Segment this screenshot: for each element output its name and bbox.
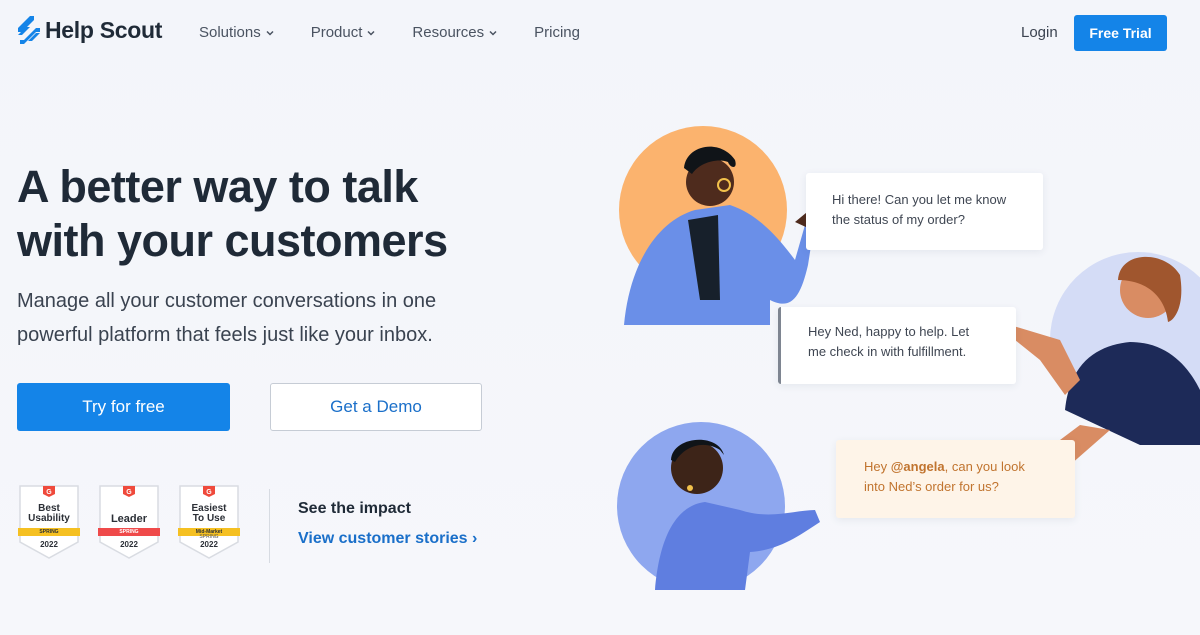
chevron-right-icon: › <box>472 530 478 547</box>
badge-year: 2022 <box>200 540 218 549</box>
bubble-prefix: Hey <box>864 459 891 474</box>
logo-text: Help Scout <box>45 16 163 43</box>
nav-item-pricing[interactable]: Pricing <box>534 24 580 41</box>
badge-title-line-2: To Use <box>192 513 226 524</box>
main-menu: Solutions Product Resources Pricing <box>199 24 617 41</box>
nav-item-product[interactable]: Product <box>311 24 376 41</box>
badge-leader: G Leader SPRING 2022 <box>98 484 160 560</box>
badge-easiest-to-use: G Easiest To Use Mid-Market SPRING 2022 <box>178 484 240 560</box>
impact-title: See the impact <box>298 500 411 517</box>
bubble-line-1-rest: , can you look <box>944 459 1025 474</box>
chat-bubble-customer: Hi there! Can you let me know the status… <box>806 173 1043 250</box>
nav-item-resources[interactable]: Resources <box>412 24 497 41</box>
chevron-down-icon <box>266 30 274 36</box>
hero-headline: A better way to talk with your customers <box>17 160 537 268</box>
try-for-free-button[interactable]: Try for free <box>17 383 230 431</box>
bubble-line-2: the status of my order? <box>832 212 965 227</box>
get-a-demo-button[interactable]: Get a Demo <box>270 383 482 431</box>
person-3-shirt <box>655 502 820 590</box>
svg-text:G: G <box>126 489 132 496</box>
badge-title: Best Usability <box>18 504 80 524</box>
chat-bubble-internal-note: Hey @angela, can you look into Ned’s ord… <box>836 440 1075 518</box>
badge-ribbon: SPRING <box>98 528 160 536</box>
bubble-line-2: into Ned’s order for us? <box>864 479 999 494</box>
mention-angela: @angela <box>890 459 945 474</box>
chevron-down-icon <box>489 30 497 36</box>
impact-link-label: View customer stories <box>298 530 468 547</box>
nav-item-label: Pricing <box>534 24 580 41</box>
bubble-line-1: Hey Ned, happy to help. Let <box>808 324 970 339</box>
view-customer-stories-link[interactable]: View customer stories › <box>298 530 477 548</box>
badge-year: 2022 <box>40 540 58 549</box>
badge-title-line-2: Usability <box>28 513 70 524</box>
svg-text:G: G <box>46 489 52 496</box>
login-link[interactable]: Login <box>1021 24 1058 41</box>
g2-badges: G Best Usability SPRING 2022 G Leader SP… <box>18 484 258 560</box>
headline-line-1: A better way to talk <box>17 161 418 212</box>
badge-best-usability: G Best Usability SPRING 2022 <box>18 484 80 560</box>
conversation-illustration: Hi there! Can you let me know the status… <box>600 110 1200 610</box>
headline-line-2: with your customers <box>17 215 448 266</box>
svg-text:G: G <box>206 489 212 496</box>
person-3-earring <box>687 485 693 491</box>
top-navigation: Help Scout Solutions Product Resources P… <box>0 0 1200 66</box>
page: Help Scout Solutions Product Resources P… <box>0 0 1200 635</box>
nav-item-label: Solutions <box>199 24 261 41</box>
subtext-line-1: Manage all your customer conversations i… <box>17 290 437 312</box>
badge-title: Easiest To Use <box>178 504 240 524</box>
logo[interactable]: Help Scout <box>17 16 162 44</box>
chat-bubble-agent-reply: Hey Ned, happy to help. Let me check in … <box>778 307 1016 384</box>
nav-item-label: Resources <box>412 24 485 41</box>
badge-ribbon: SPRING <box>18 528 80 536</box>
subtext-line-2: powerful platform that feels just like y… <box>17 324 433 346</box>
hero-subtext: Manage all your customer conversations i… <box>17 284 487 352</box>
chevron-down-icon <box>367 30 375 36</box>
nav-item-label: Product <box>310 24 363 41</box>
badge-title: Leader <box>110 513 148 525</box>
vertical-divider <box>269 489 270 563</box>
badge-year: 2022 <box>120 540 138 549</box>
bubble-line-2: me check in with fulfillment. <box>808 344 967 359</box>
help-scout-logo-icon <box>18 16 40 44</box>
nav-item-solutions[interactable]: Solutions <box>199 24 274 41</box>
bubble-line-1: Hi there! Can you let me know <box>832 192 1007 207</box>
free-trial-button[interactable]: Free Trial <box>1074 15 1167 51</box>
